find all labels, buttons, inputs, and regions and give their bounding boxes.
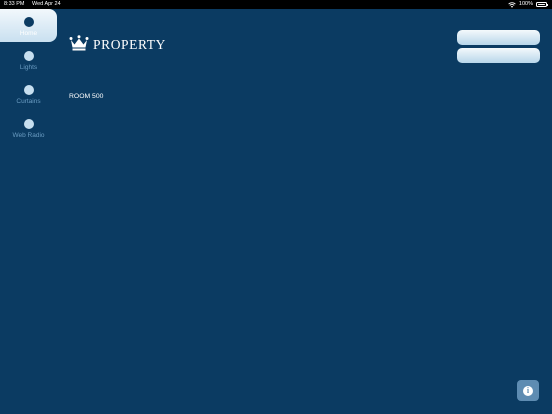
info-icon: i [523, 385, 533, 396]
top-action-button-2[interactable] [457, 48, 540, 63]
wifi-icon [508, 1, 516, 8]
sidebar-item-label: Home [19, 30, 38, 37]
sidebar-item-label: Curtains [16, 98, 41, 105]
battery-icon [536, 2, 548, 7]
dot-icon [23, 51, 34, 61]
top-action-button-1[interactable] [457, 30, 540, 45]
sidebar-item-label: Web Radio [12, 132, 45, 139]
status-date: Wed Apr 24 [32, 1, 61, 7]
sidebar-item-curtains[interactable]: Curtains [0, 77, 57, 110]
sidebar-item-home[interactable]: Home [0, 9, 57, 42]
dot-icon [23, 85, 34, 95]
sidebar-item-web-radio[interactable]: Web Radio [0, 111, 57, 144]
crown-icon [69, 35, 89, 51]
sidebar-item-lights[interactable]: Lights [0, 43, 57, 76]
info-button[interactable]: i [517, 380, 539, 401]
room-label: ROOM 500 [69, 93, 104, 100]
status-time: 8:33 PM [4, 1, 25, 7]
brand-logo: PROPERTY [69, 35, 166, 51]
sidebar-item-label: Lights [19, 64, 38, 71]
status-bar: 8:33 PM Wed Apr 24 100% [0, 0, 552, 9]
battery-percent: 100% [518, 1, 533, 7]
dot-icon [23, 17, 34, 27]
dot-icon [23, 119, 34, 129]
brand-name: PROPERTY [93, 37, 167, 52]
